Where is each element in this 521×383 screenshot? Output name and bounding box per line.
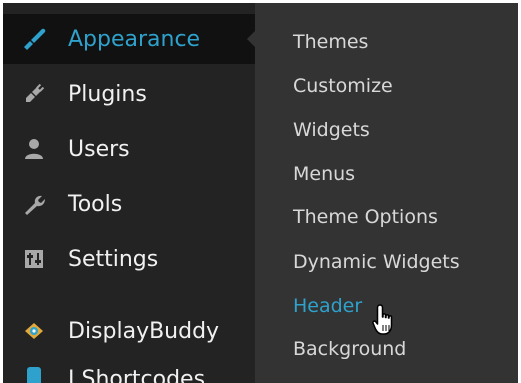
submenu-item-theme-options[interactable]: Theme Options <box>293 206 438 228</box>
shortcodes-icon <box>27 367 41 383</box>
paintbrush-icon <box>19 24 49 54</box>
settings-icon <box>19 244 49 274</box>
sidebar-item-label: DisplayBuddy <box>68 318 220 344</box>
submenu-item-menus[interactable]: Menus <box>293 163 355 185</box>
submenu-item-background[interactable]: Background <box>293 338 406 360</box>
submenu-item-themes[interactable]: Themes <box>293 31 368 53</box>
sidebar-item-users[interactable]: Users <box>3 124 255 174</box>
plugin-icon <box>19 79 49 109</box>
sidebar-item-jshortcodes[interactable]: J Shortcodes <box>68 367 205 383</box>
sidebar-item-label: Plugins <box>68 81 147 107</box>
submenu-item-customize[interactable]: Customize <box>293 75 393 97</box>
sidebar-item-tools[interactable]: Tools <box>3 179 255 229</box>
eye-icon <box>19 316 49 346</box>
menu-separator <box>3 293 255 303</box>
admin-menu-frame: Appearance Plugins Users Tools Settings … <box>3 3 518 383</box>
wrench-icon <box>19 189 49 219</box>
sidebar-item-label: Tools <box>68 191 123 217</box>
sidebar-item-settings[interactable]: Settings <box>3 234 255 284</box>
sidebar-item-label: Users <box>68 136 130 162</box>
sidebar-item-appearance[interactable]: Appearance <box>3 14 256 64</box>
sidebar-item-label: Settings <box>68 246 159 272</box>
hand-cursor-icon <box>372 304 393 335</box>
appearance-submenu: Themes Customize Widgets Menus Theme Opt… <box>255 3 518 383</box>
sidebar-item-label: Appearance <box>68 26 201 52</box>
submenu-item-header[interactable]: Header <box>293 295 362 317</box>
sidebar-item-plugins[interactable]: Plugins <box>3 69 255 119</box>
sidebar-menu: Appearance Plugins Users Tools Settings … <box>3 3 256 383</box>
submenu-item-widgets[interactable]: Widgets <box>293 119 370 141</box>
sidebar-item-displaybuddy[interactable]: DisplayBuddy <box>3 306 255 356</box>
submenu-item-dynamic-widgets[interactable]: Dynamic Widgets <box>293 251 460 273</box>
user-icon <box>19 134 49 164</box>
